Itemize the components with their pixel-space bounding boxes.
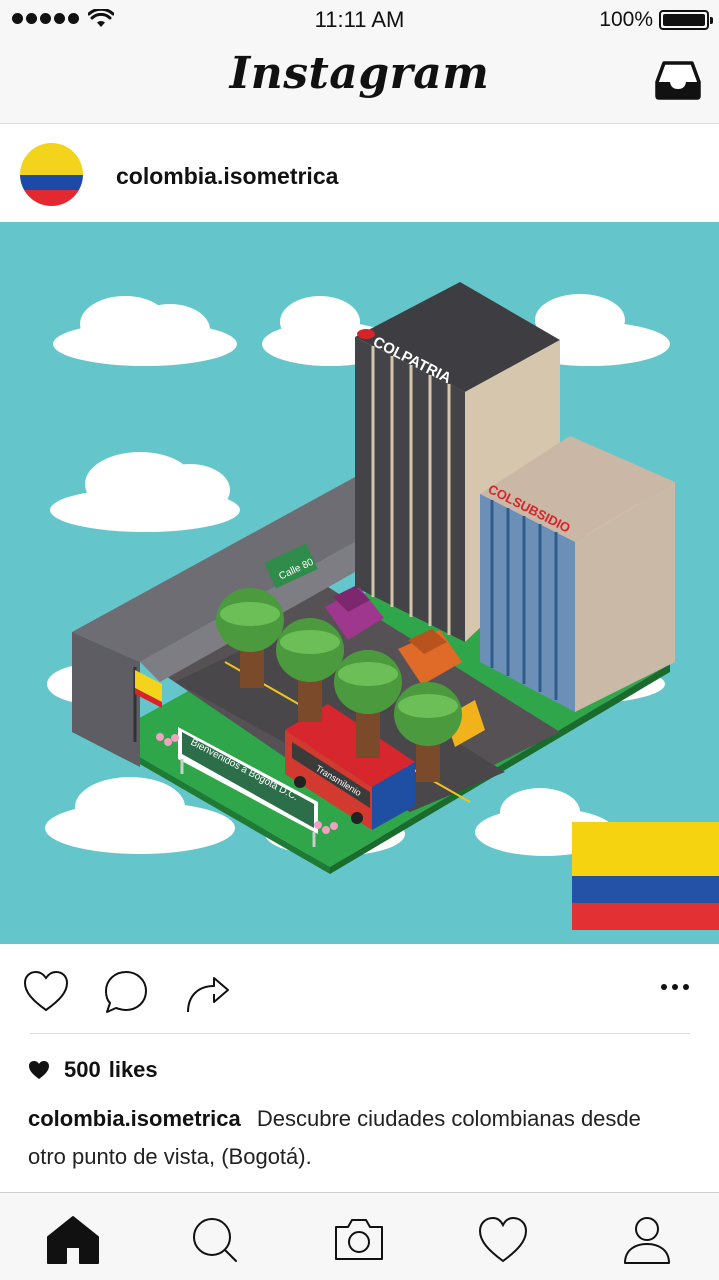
battery-icon xyxy=(659,10,713,30)
camera-icon[interactable] xyxy=(332,1213,386,1267)
profile-icon[interactable] xyxy=(620,1213,674,1267)
likes-row[interactable]: 500 likes xyxy=(28,1056,158,1084)
battery-percentage: 100% xyxy=(599,8,653,31)
post-actions xyxy=(0,944,719,1034)
likes-label: likes xyxy=(108,1057,158,1082)
likes-count: 500 xyxy=(64,1057,101,1082)
top-bar: 11:11 AM 100% Instagram xyxy=(0,0,719,124)
home-icon[interactable] xyxy=(46,1213,100,1267)
more-options-icon[interactable] xyxy=(661,984,689,990)
search-icon[interactable] xyxy=(188,1213,242,1267)
app-title: Instagram xyxy=(229,48,490,99)
post-header: colombia.isometrica xyxy=(0,124,719,222)
comment-icon[interactable] xyxy=(102,968,150,1016)
post-username[interactable]: colombia.isometrica xyxy=(116,163,338,190)
activity-heart-icon[interactable] xyxy=(476,1213,530,1267)
avatar[interactable] xyxy=(20,143,83,206)
heart-icon[interactable] xyxy=(22,968,70,1016)
divider xyxy=(30,1033,690,1034)
post-caption: colombia.isometrica Descubre ciudades co… xyxy=(28,1100,668,1176)
likes-heart-icon xyxy=(29,1061,49,1079)
tab-bar xyxy=(0,1192,719,1280)
colombia-flag xyxy=(572,822,719,930)
status-bar: 11:11 AM 100% xyxy=(0,0,719,40)
inbox-tray-icon[interactable] xyxy=(655,60,701,100)
share-icon[interactable] xyxy=(184,968,232,1016)
post-image[interactable]: Calle 80 COLPATRIA COLSUBSIDIO Transmile… xyxy=(0,222,719,944)
caption-username[interactable]: colombia.isometrica xyxy=(28,1106,241,1131)
